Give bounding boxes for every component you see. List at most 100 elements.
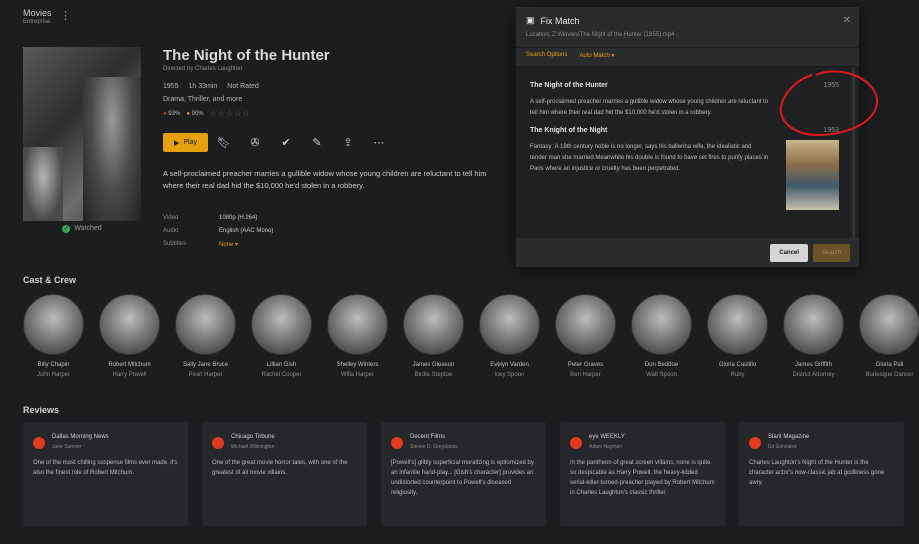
cast-name: James Griffith (795, 362, 832, 368)
cast-name: Sally Jane Bruce (182, 362, 229, 368)
review-source: Slant Magazine (768, 434, 810, 440)
more-options-icon[interactable]: ⋯ (364, 136, 394, 149)
match-title: The Knight of the Night (530, 127, 608, 134)
match-description: Fantasy :A 19th century noble is no long… (530, 144, 769, 172)
scrollbar[interactable] (852, 67, 855, 239)
cast-member[interactable]: Robert Mitchum Harry Powell (99, 294, 160, 378)
cast-member[interactable]: Gloria Castillo Ruby (707, 294, 768, 378)
tomato-icon (212, 437, 224, 449)
cast-member[interactable]: Peter Graves Ben Harper (555, 294, 616, 378)
mark-watched-icon[interactable]: ✔ (271, 136, 301, 149)
cast-name: Evelyn Varden (490, 362, 529, 368)
edit-icon[interactable]: ✎ (302, 136, 332, 149)
cast-role: Ben Harper (570, 372, 601, 378)
play-label: Play (183, 139, 197, 146)
review-author: Adam Nayman (589, 444, 623, 450)
cast-role: District Attorney (792, 372, 835, 378)
review-card[interactable]: Chicago Tribune Michael Wilmington One of … (202, 422, 367, 526)
cast-photo (175, 294, 236, 355)
review-source: eye WEEKLY (589, 434, 625, 440)
cast-photo (99, 294, 160, 355)
tomato-icon (570, 437, 582, 449)
cast-role: Rachel Cooper (261, 372, 302, 378)
tomato-icon (391, 437, 403, 449)
cast-name: Shelley Winters (336, 362, 379, 368)
genres[interactable]: Drama, Thriller, and more (163, 96, 242, 103)
cast-member[interactable]: Sally Jane Bruce Pearl Harper (175, 294, 236, 378)
movie-poster (23, 47, 141, 221)
cast-role: Icey Spoon (494, 372, 525, 378)
cast-name: Gloria Pall (875, 362, 904, 368)
review-author: Steven D. Greydanus (410, 444, 458, 450)
cast-member[interactable]: Billy Chapin John Harper (23, 294, 84, 378)
review-author: Ed Gonzalez (768, 444, 797, 450)
cancel-button[interactable]: Cancel (770, 244, 808, 262)
cast-photo (707, 294, 768, 355)
match-result[interactable]: The Night of the Hunter 1955 A self-proc… (530, 67, 839, 119)
media-info: Video 1080p (H.264) Audio English (AAC Mon… (163, 215, 273, 254)
cast-role: Pearl Harper (188, 372, 223, 378)
movie-summary: A self-proclaimed preacher marries a gul… (163, 169, 487, 190)
cast-photo (23, 294, 84, 355)
cast-photo (859, 294, 919, 355)
cast-member[interactable]: Evelyn Varden Icey Spoon (479, 294, 540, 378)
review-text: [Powell's] glibly superficial moralizing… (391, 460, 534, 496)
cast-member[interactable]: Shelley Winters Willa Harper (327, 294, 388, 378)
cast-member[interactable]: James Gleason Birdie Steptoe (403, 294, 464, 378)
ratings: ● 93% ● 90% ☆☆☆☆☆ (163, 109, 250, 118)
cast-list: Billy Chapin John Harper Robert Mitchum Har… (23, 294, 919, 378)
cast-name: Robert Mitchum (108, 362, 151, 368)
share-icon[interactable]: ⇪ (333, 136, 363, 149)
meta-row: 1955 1h 33min Not Rated (163, 83, 267, 90)
cast-name: Lillian Gish (266, 362, 297, 368)
review-source: Chicago Tribune (231, 434, 275, 440)
review-text: Charles Laughton's Night of the Hunter i… (749, 460, 885, 486)
video-value: 1080p (H.264) (219, 215, 258, 221)
cast-member[interactable]: James Griffith District Attorney (783, 294, 844, 378)
director[interactable]: Directed by Charles Laughton (163, 66, 242, 72)
cast-name: Billy Chapin (37, 362, 70, 368)
bookmark-icon[interactable]: 🔖︎ (209, 136, 239, 149)
review-card[interactable]: Dallas Morning News Jane Sumner One of the… (23, 422, 188, 526)
critic-score: 93% (168, 110, 181, 117)
library-title[interactable]: Movies (23, 8, 52, 18)
auto-match-dropdown[interactable]: Auto Match ▾ (579, 52, 614, 61)
cast-name: James Gleason (412, 362, 455, 368)
cast-photo (631, 294, 692, 355)
cast-member[interactable]: Lillian Gish Rachel Cooper (251, 294, 312, 378)
play-icon: ▶ (173, 139, 180, 147)
cast-role: Harry Powell (112, 372, 147, 378)
file-location: Location: Z:\Movies\The Night of the Hun… (526, 32, 675, 38)
match-result[interactable]: The Knight of the Night 1953 Fantasy :A … (530, 119, 839, 210)
play-button[interactable]: ▶ Play (163, 133, 208, 152)
search-button[interactable]: Search (812, 244, 850, 262)
audience-score: 90% (191, 110, 204, 117)
runtime: 1h 33min (188, 83, 218, 90)
cast-photo (403, 294, 464, 355)
cast-member[interactable]: Gloria Pall Burlesque Dancer (859, 294, 919, 378)
cast-member[interactable]: Don Beddoe Walt Spoon (631, 294, 692, 378)
subtitles-label: Subtitles (163, 241, 187, 247)
match-description: A self-proclaimed preacher marries a gul… (530, 99, 769, 116)
reviews-section-title: Reviews (23, 405, 60, 415)
review-card[interactable]: eye WEEKLY Adam Nayman In the pantheon of … (560, 422, 725, 526)
review-card[interactable]: Decent Films Steven D. Greydanus [Powell's… (381, 422, 546, 526)
review-card[interactable]: Slant Magazine Ed Gonzalez Charles Laughto… (739, 422, 904, 526)
star-rating[interactable]: ☆☆☆☆☆ (210, 109, 251, 118)
audio-value[interactable]: English (AAC Mono) (219, 228, 273, 241)
more-menu-icon[interactable]: ⋮ (60, 9, 71, 22)
film-reel-icon[interactable]: ✇ (240, 136, 270, 149)
cast-photo (479, 294, 540, 355)
popcorn-icon: ● (186, 110, 190, 117)
subtitles-select[interactable]: None ▾ (219, 241, 238, 254)
content-rating: Not Rated (227, 83, 259, 90)
cast-photo (555, 294, 616, 355)
video-label: Video (163, 215, 179, 221)
year: 1955 (163, 83, 179, 90)
search-options-tab[interactable]: Search Options (526, 52, 567, 61)
cast-role: Walt Spoon (646, 372, 677, 378)
cast-role: Ruby (730, 372, 745, 378)
close-icon[interactable]: ✕ (843, 15, 851, 26)
cast-photo (783, 294, 844, 355)
action-bar: ▶ Play 🔖︎ ✇ ✔ ✎ ⇪ ⋯ (163, 133, 394, 152)
